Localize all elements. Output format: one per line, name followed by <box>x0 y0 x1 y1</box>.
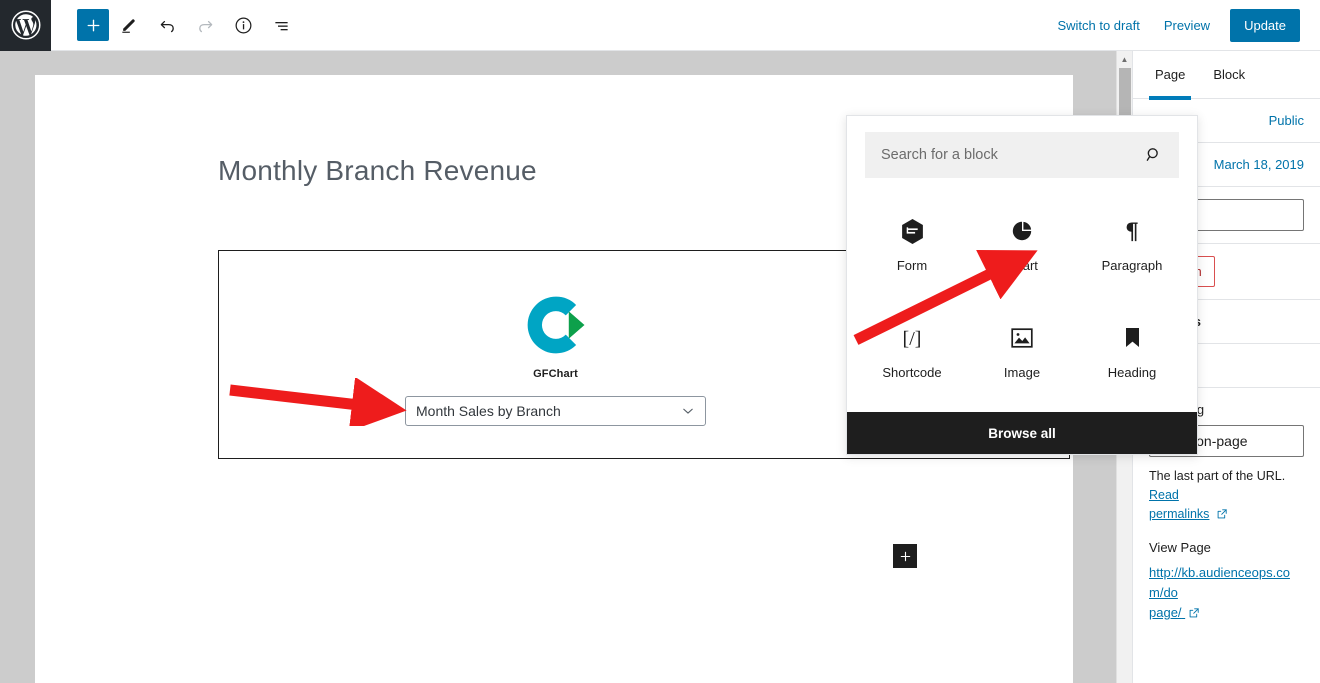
edit-mode-button[interactable] <box>111 7 147 43</box>
inserter-item-heading[interactable]: Heading <box>1077 299 1187 406</box>
view-page-link[interactable]: http://kb.audienceops.com/do page/ <box>1149 563 1304 625</box>
wordpress-block-editor: Switch to draft Preview Update Monthly B… <box>0 0 1320 683</box>
external-link-icon <box>1188 605 1200 625</box>
inserter-item-label: Form <box>896 258 928 273</box>
update-button[interactable]: Update <box>1230 8 1300 42</box>
inserter-item-label: Shortcode <box>882 365 942 380</box>
preview-button[interactable]: Preview <box>1152 12 1222 39</box>
view-page-label: View Page <box>1149 540 1211 555</box>
inserter-item-chart[interactable]: Chart <box>967 192 1077 299</box>
chevron-down-icon <box>683 408 693 414</box>
page-title[interactable]: Monthly Branch Revenue <box>218 155 537 187</box>
gfchart-logo-icon <box>527 296 584 353</box>
read-more-link[interactable]: Read <box>1149 488 1179 502</box>
redo-arrow-icon <box>198 20 212 32</box>
svg-text:¶: ¶ <box>1125 219 1139 244</box>
pie-chart-icon <box>1010 218 1034 244</box>
plus-icon <box>87 19 99 31</box>
inserter-item-image[interactable]: Image <box>967 299 1077 406</box>
content-details-button[interactable] <box>225 7 261 43</box>
block-search-placeholder: Search for a block <box>881 147 998 163</box>
inserter-search-wrapper: Search for a block <box>847 116 1197 178</box>
add-block-toolbar-button[interactable] <box>77 9 109 41</box>
info-circle-icon <box>235 17 251 33</box>
plus-icon <box>900 551 910 561</box>
list-view-icon <box>274 21 288 30</box>
image-icon <box>1010 325 1034 351</box>
append-block-button[interactable] <box>893 544 917 568</box>
view-page-url-line1: http://kb.audienceops.com/do <box>1149 565 1290 600</box>
svg-text:[/]: [/] <box>903 328 922 350</box>
browse-all-button[interactable]: Browse all <box>847 412 1197 454</box>
tab-page[interactable]: Page <box>1141 51 1199 100</box>
toolbar-right-group: Switch to draft Preview Update <box>1045 8 1320 42</box>
sidebar-tabs: Page Block <box>1133 51 1320 100</box>
inserter-item-paragraph[interactable]: ¶ Paragraph <box>1077 192 1187 299</box>
wordpress-logo-icon[interactable] <box>0 0 51 51</box>
url-slug-help: The last part of the URL. Read permalink… <box>1149 467 1304 526</box>
tab-block[interactable]: Block <box>1199 51 1259 99</box>
gfchart-block-label: GFChart <box>533 367 578 380</box>
pilcrow-icon: ¶ <box>1120 218 1144 244</box>
inserter-item-label: Chart <box>1006 258 1038 273</box>
block-navigation-button[interactable] <box>263 7 299 43</box>
permalinks-link[interactable]: permalinks <box>1149 507 1209 521</box>
shortcode-icon: [/] <box>898 325 926 351</box>
search-icon <box>1146 148 1158 161</box>
inserter-block-grid: Form Chart ¶ Paragraph [/] Shortcode Ima… <box>847 178 1197 412</box>
url-slug-help-prefix: The last part of the URL. <box>1149 469 1286 483</box>
gfchart-block-inner: GFChart Month Sales by Branch <box>219 251 892 458</box>
inserter-item-label: Image <box>1003 365 1041 380</box>
redo-button[interactable] <box>187 7 223 43</box>
inserter-item-label: Heading <box>1107 365 1157 380</box>
undo-button[interactable] <box>149 7 185 43</box>
block-inserter-popover: Search for a block Form Chart ¶ Paragrap… <box>846 115 1198 455</box>
external-link-icon <box>1216 507 1228 526</box>
scroll-up-arrow-icon[interactable]: ▲ <box>1117 51 1132 67</box>
bookmark-icon <box>1123 325 1142 351</box>
switch-to-draft-button[interactable]: Switch to draft <box>1045 12 1151 39</box>
block-search-input[interactable]: Search for a block <box>865 132 1179 178</box>
inserter-item-form[interactable]: Form <box>857 192 967 299</box>
undo-arrow-icon <box>160 20 174 32</box>
publish-date-value[interactable]: March 18, 2019 <box>1214 157 1304 172</box>
toolbar-left-group <box>51 7 301 43</box>
visibility-value[interactable]: Public <box>1269 113 1304 128</box>
inserter-item-label: Paragraph <box>1101 258 1163 273</box>
pencil-icon <box>122 19 135 33</box>
chart-select-dropdown[interactable]: Month Sales by Branch <box>405 395 706 426</box>
chart-select-value: Month Sales by Branch <box>416 402 561 419</box>
gravity-forms-icon <box>900 218 925 244</box>
editor-top-toolbar: Switch to draft Preview Update <box>0 0 1320 51</box>
inserter-item-shortcode[interactable]: [/] Shortcode <box>857 299 967 406</box>
view-page-url-line2: page/ <box>1149 605 1182 620</box>
